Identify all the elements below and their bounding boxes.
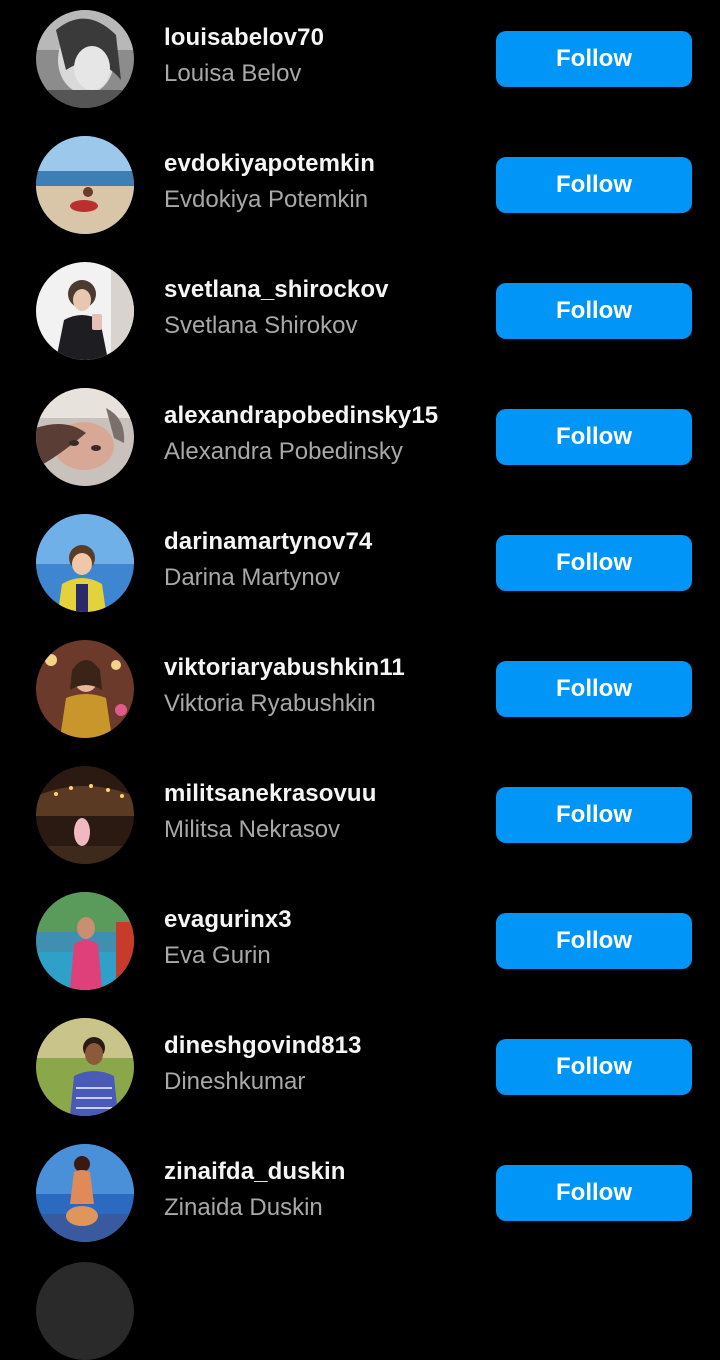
username[interactable]: evagurinx3: [164, 906, 292, 934]
avatar[interactable]: [36, 1144, 134, 1242]
user-photo-festive-icon: [36, 640, 134, 738]
account-row: viktoriaryabushkin11 Viktoria Ryabushkin…: [0, 630, 720, 756]
username[interactable]: alexandrapobedinsky15: [164, 402, 438, 430]
username[interactable]: evdokiyapotemkin: [164, 150, 375, 178]
full-name: Darina Martynov: [164, 564, 341, 591]
account-row: evdokiyapotemkin Evdokiya Potemkin Follo…: [0, 126, 720, 252]
follow-button[interactable]: Follow: [496, 913, 692, 969]
account-row: dineshgovind813 Dineshkumar Follow: [0, 1008, 720, 1134]
account-row: evagurinx3 Eva Gurin Follow: [0, 882, 720, 1008]
full-name: Louisa Belov: [164, 60, 302, 87]
user-photo-child-sea-icon: [36, 514, 134, 612]
account-row: alexandrapobedinsky15 Alexandra Pobedins…: [0, 378, 720, 504]
follow-button[interactable]: Follow: [496, 157, 692, 213]
username[interactable]: darinamartynov74: [164, 528, 372, 556]
user-photo-face-closeup-icon: [36, 388, 134, 486]
full-name: Militsa Nekrasov: [164, 816, 341, 843]
user-photo-beach-icon: [36, 136, 134, 234]
username[interactable]: svetlana_shirockov: [164, 276, 389, 304]
avatar[interactable]: [36, 640, 134, 738]
follow-button[interactable]: Follow: [496, 409, 692, 465]
account-row: militsanekrasovuu Militsa Nekrasov Follo…: [0, 756, 720, 882]
avatar[interactable]: [36, 262, 134, 360]
suggested-accounts-list: louisabelov70 Louisa Belov Follow evdoki…: [0, 0, 720, 1260]
follow-button[interactable]: Follow: [496, 787, 692, 843]
full-name: Evdokiya Potemkin: [164, 186, 369, 213]
username[interactable]: dineshgovind813: [164, 1032, 362, 1060]
avatar[interactable]: [36, 892, 134, 990]
full-name: Eva Gurin: [164, 942, 271, 969]
follow-button[interactable]: Follow: [496, 535, 692, 591]
user-photo-pool-icon: [36, 892, 134, 990]
user-photo-man-outdoors-icon: [36, 1018, 134, 1116]
full-name: Zinaida Duskin: [164, 1194, 323, 1221]
follow-button[interactable]: Follow: [496, 1039, 692, 1095]
user-photo-mirror-selfie-icon: [36, 262, 134, 360]
user-photo-night-lights-icon: [36, 766, 134, 864]
follow-button[interactable]: Follow: [496, 1165, 692, 1221]
full-name: Viktoria Ryabushkin: [164, 690, 376, 717]
user-photo-sunset-icon: [36, 1144, 134, 1242]
account-row: zinaifda_duskin Zinaida Duskin Follow: [0, 1134, 720, 1260]
avatar[interactable]: [36, 766, 134, 864]
avatar[interactable]: [36, 388, 134, 486]
avatar[interactable]: [36, 1262, 134, 1360]
username[interactable]: viktoriaryabushkin11: [164, 654, 405, 682]
username[interactable]: militsanekrasovuu: [164, 780, 376, 808]
full-name: Dineshkumar: [164, 1068, 306, 1095]
avatar[interactable]: [36, 1018, 134, 1116]
account-row: darinamartynov74 Darina Martynov Follow: [0, 504, 720, 630]
follow-button[interactable]: Follow: [496, 31, 692, 87]
account-row: svetlana_shirockov Svetlana Shirokov Fol…: [0, 252, 720, 378]
avatar[interactable]: [36, 136, 134, 234]
follow-button[interactable]: Follow: [496, 283, 692, 339]
avatar[interactable]: [36, 514, 134, 612]
username[interactable]: louisabelov70: [164, 24, 324, 52]
account-row: louisabelov70 Louisa Belov Follow: [0, 0, 720, 126]
follow-button[interactable]: Follow: [496, 661, 692, 717]
full-name: Alexandra Pobedinsky: [164, 438, 403, 465]
user-photo-grayscale-portrait-icon: [36, 10, 134, 108]
avatar[interactable]: [36, 10, 134, 108]
username[interactable]: zinaifda_duskin: [164, 1158, 346, 1186]
full-name: Svetlana Shirokov: [164, 312, 358, 339]
